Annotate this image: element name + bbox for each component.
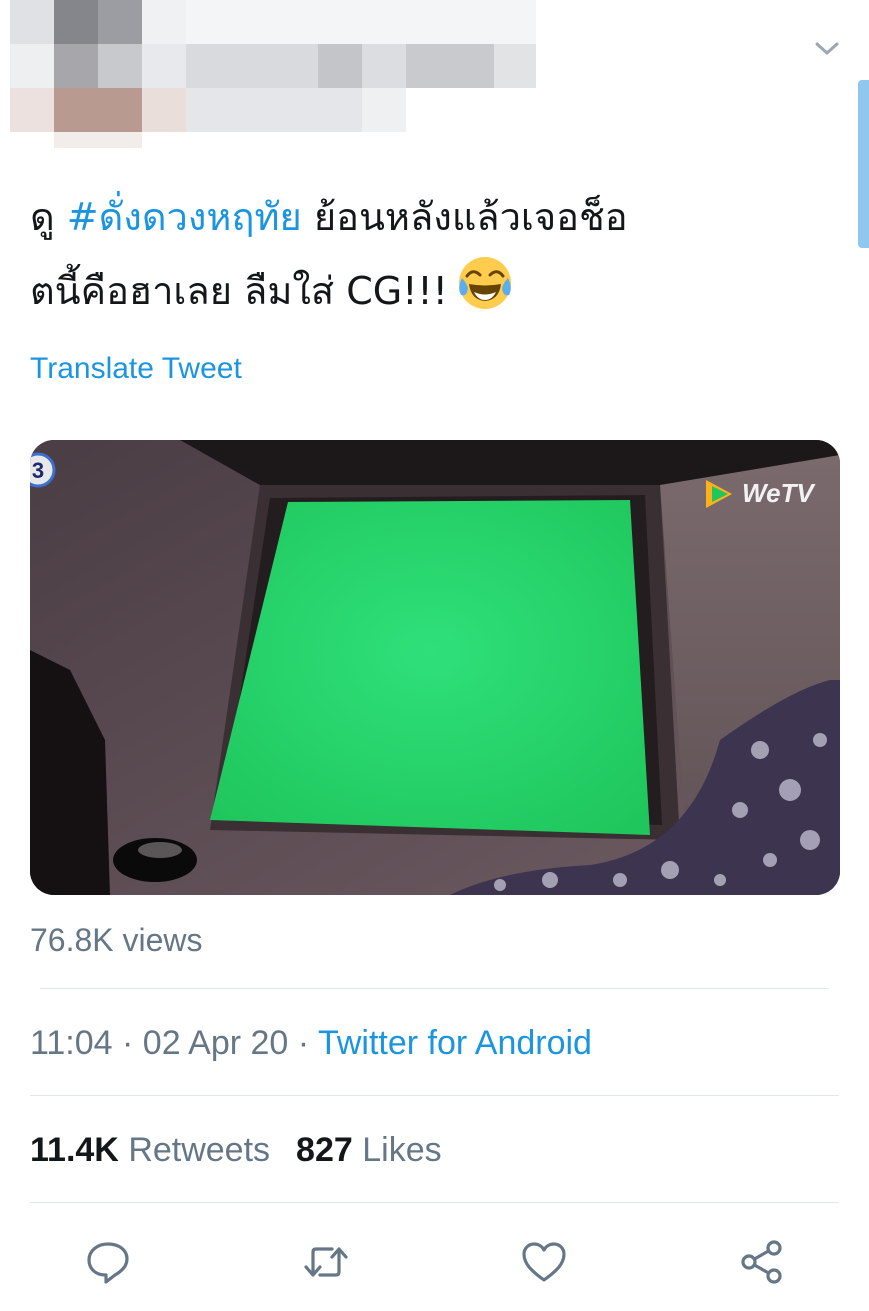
translate-tweet-link[interactable]: Translate Tweet [30, 352, 242, 386]
reply-icon[interactable] [84, 1238, 132, 1286]
retweet-icon[interactable] [302, 1238, 350, 1286]
view-count: 76.8K views [30, 922, 203, 958]
likes-label: Likes [362, 1131, 442, 1169]
scrollbar[interactable] [858, 80, 869, 248]
divider [30, 1202, 839, 1203]
meta-separator: · [288, 1024, 318, 1062]
meta-separator: · [112, 1024, 143, 1062]
tweet-text-rest: ย้อนหลังแล้วเจอช็อ [301, 195, 628, 239]
retweets-label: Retweets [128, 1131, 271, 1169]
author-header-blurred[interactable] [0, 0, 560, 150]
channel-badge-text: 3 [32, 458, 44, 483]
retweets-count: 11.4K [30, 1131, 119, 1169]
tweet-text-line-1: ดู #ดั่งดวงหฤทัย ย้อนหลังแล้วเจอช็อ [30, 180, 850, 254]
tweet-text-line-2-content: ตนี้คือฮาเลย ลืมใส่ CG!!! [30, 269, 448, 313]
likes-stat[interactable]: 827 Likes [296, 1131, 442, 1169]
tweet-source-link[interactable]: Twitter for Android [318, 1024, 592, 1062]
wetv-watermark-text: WeTV [742, 478, 816, 508]
tweet-date: 02 Apr 20 [142, 1024, 289, 1062]
like-icon[interactable] [520, 1238, 568, 1286]
likes-count: 827 [296, 1131, 353, 1169]
tweet-stats: 11.4K Retweets 827 Likes [30, 1131, 442, 1170]
share-icon[interactable] [738, 1238, 786, 1286]
divider [40, 988, 829, 989]
video-frame: 3 WeTV [30, 440, 840, 895]
tweet-meta: 11:04 · 02 Apr 20 · Twitter for Android [30, 1024, 592, 1063]
tweet-text-line-2: ตนี้คือฮาเลย ลืมใส่ CG!!! [30, 254, 850, 328]
tweet-media-video[interactable]: 3 WeTV [30, 440, 840, 895]
retweets-stat[interactable]: 11.4K Retweets [30, 1131, 270, 1169]
hashtag-link[interactable]: #ดั่งดวงหฤทัย [67, 195, 302, 239]
tweet-text: ดู #ดั่งดวงหฤทัย ย้อนหลังแล้วเจอช็อ ตนี้… [30, 180, 850, 328]
face-with-tears-of-joy-icon [458, 257, 511, 309]
tweet-time: 11:04 [30, 1024, 113, 1062]
divider [30, 1095, 839, 1096]
chevron-down-icon[interactable] [812, 36, 842, 60]
tweet-text-prefix: ดู [30, 195, 67, 239]
